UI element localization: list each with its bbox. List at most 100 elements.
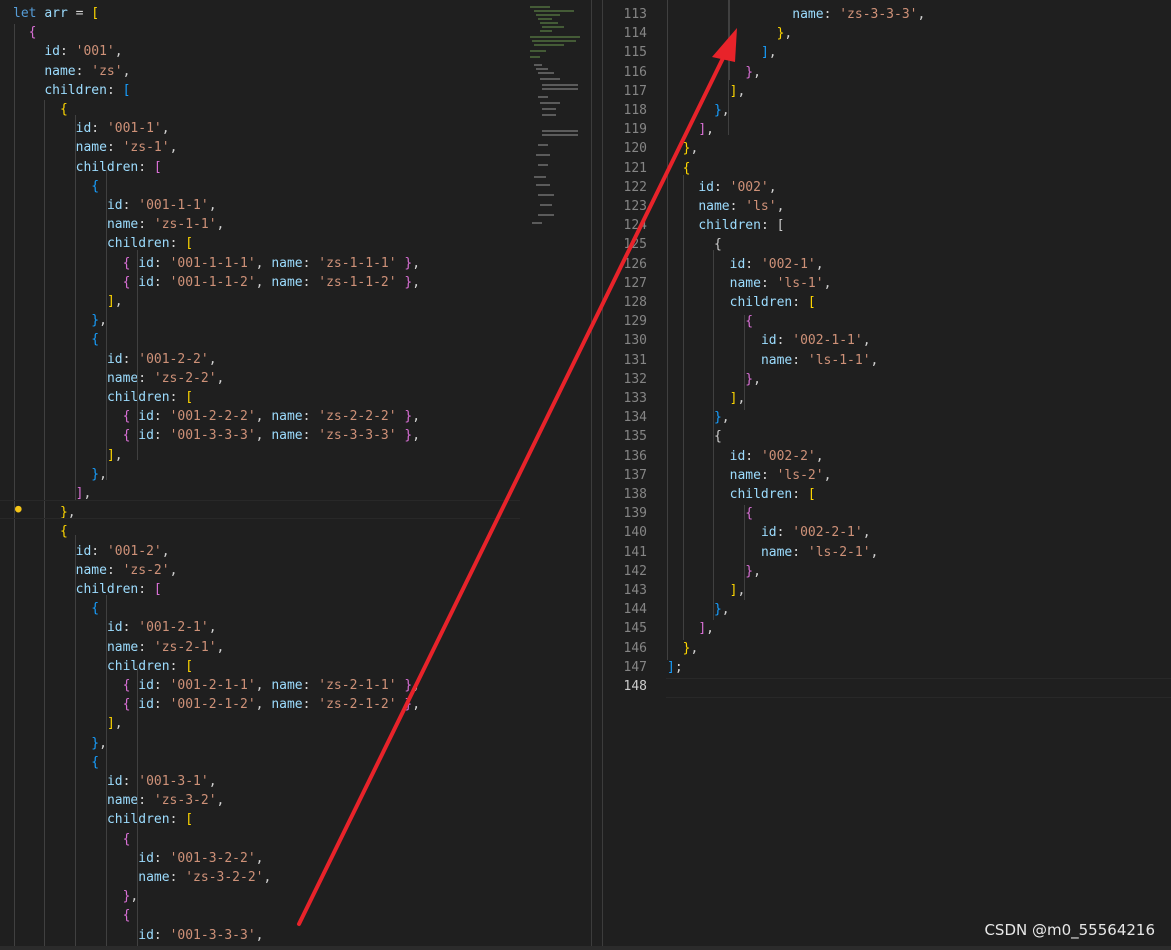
line-number: 139	[623, 506, 647, 522]
code-line: {	[28, 25, 37, 41]
watermark-text: CSDN @m0_55564216	[984, 921, 1155, 939]
code-line: let arr = [	[13, 6, 100, 21]
line-number: 128	[623, 295, 647, 310]
line-number: 143	[623, 583, 647, 598]
code-line: id: '002-2',	[729, 448, 824, 464]
left-editor-pane[interactable]: let arr = [ { id: '001', name: 'zs', chi…	[0, 0, 591, 946]
code-line: name: 'ls-2',	[729, 467, 832, 483]
code-line: id: '002-1-1',	[760, 333, 871, 349]
code-line: {	[59, 102, 68, 117]
code-line: name: 'ls-2-1',	[760, 544, 879, 560]
indent-guide	[106, 170, 107, 480]
code-line: children: [	[75, 582, 162, 597]
code-line: name: 'zs-2',	[75, 562, 178, 578]
code-line: },	[91, 313, 107, 329]
line-number: 136	[623, 448, 647, 464]
code-line: name: 'ls',	[698, 199, 785, 214]
code-line: name: 'zs-3-3-3',	[792, 7, 926, 22]
code-line: name: 'zs-3-2-2',	[138, 870, 272, 885]
right-editor-pane[interactable]: 113 name: 'zs-3-3-3', 114 }, 115 ], 116 }, 1…	[603, 0, 1171, 946]
code-line: name: 'ls-1',	[729, 275, 832, 291]
code-line: {	[91, 754, 100, 770]
code-line: children: [	[75, 159, 162, 175]
code-line: id: '002-2-1',	[760, 525, 871, 541]
code-line: id: '001-3-3-3',	[138, 927, 264, 943]
line-number: 142	[623, 563, 647, 579]
split-divider[interactable]	[591, 0, 603, 946]
indent-guide	[75, 115, 76, 500]
code-line: children: [	[698, 218, 785, 234]
lightbulb-icon[interactable]: ●	[15, 502, 22, 515]
line-number: 132	[623, 371, 647, 387]
code-line: },	[91, 466, 107, 482]
window-bottom-border	[0, 946, 1171, 950]
line-number: 137	[623, 467, 647, 483]
line-number: 124	[623, 218, 647, 234]
indent-guide	[137, 805, 138, 946]
line-number: 130	[623, 333, 647, 349]
line-number: 119	[623, 122, 647, 138]
code-line: ],	[698, 621, 714, 637]
line-number: 123	[623, 199, 647, 214]
code-line: {	[59, 524, 68, 540]
code-line: children: [	[106, 236, 194, 252]
line-number: 140	[623, 525, 647, 541]
code-line: {	[745, 506, 754, 522]
indent-guide	[106, 595, 107, 946]
line-number: 144	[623, 602, 647, 618]
line-number: 131	[623, 352, 647, 368]
indent-guide	[683, 175, 684, 640]
line-number: 135	[623, 429, 647, 445]
line-number: 117	[623, 83, 647, 99]
indent-guide	[667, 0, 668, 660]
code-line: children: [	[729, 295, 816, 310]
minimap-svg	[530, 6, 580, 224]
code-line: id: '001',	[44, 44, 123, 60]
line-number: 134	[623, 410, 647, 426]
line-number: 129	[623, 314, 647, 330]
code-line: ];	[667, 659, 683, 675]
indent-guide	[14, 24, 15, 946]
indent-guide	[75, 535, 76, 946]
line-number: 116	[623, 64, 647, 80]
indent-guide	[744, 315, 745, 410]
line-number: 121	[623, 160, 647, 176]
code-line: ],	[698, 122, 714, 138]
code-line: children: [	[44, 82, 131, 98]
indent-guide	[744, 505, 745, 600]
code-line: {	[91, 332, 100, 348]
code-line: {	[122, 831, 131, 847]
line-number: 141	[623, 544, 647, 560]
code-line: {	[745, 314, 754, 330]
indent-guide	[729, 0, 730, 80]
current-line-highlight	[0, 500, 520, 519]
code-line: },	[682, 141, 699, 157]
code-line: id: '001-3-2-2',	[138, 850, 264, 866]
code-line: },	[713, 410, 730, 426]
line-number: 113	[623, 7, 647, 22]
line-number: 145	[623, 621, 647, 637]
code-line: id: '001-2',	[75, 543, 170, 559]
code-line: children: [	[106, 658, 194, 674]
code-line: ],	[729, 583, 746, 598]
line-number: 126	[623, 256, 647, 272]
line-number: 120	[623, 141, 647, 157]
line-number: 146	[623, 640, 647, 656]
code-line: name: 'ls-1-1',	[760, 352, 879, 368]
code-line: {	[91, 178, 100, 194]
indent-guide	[44, 100, 45, 946]
code-line: {	[122, 908, 131, 924]
line-number: 148	[623, 679, 647, 694]
code-line: name: 'zs',	[44, 63, 131, 79]
line-number: 122	[623, 179, 647, 195]
code-line: children: [	[106, 390, 194, 405]
indent-guide	[137, 250, 138, 460]
code-line: name: 'zs-1',	[75, 140, 178, 156]
minimap[interactable]	[526, 4, 586, 226]
code-line: {	[682, 160, 691, 176]
code-line: },	[713, 103, 730, 118]
code-line: },	[713, 602, 730, 618]
code-line: ],	[729, 83, 746, 99]
code-line: id: '001-1',	[75, 121, 170, 137]
line-number: 138	[623, 487, 647, 502]
